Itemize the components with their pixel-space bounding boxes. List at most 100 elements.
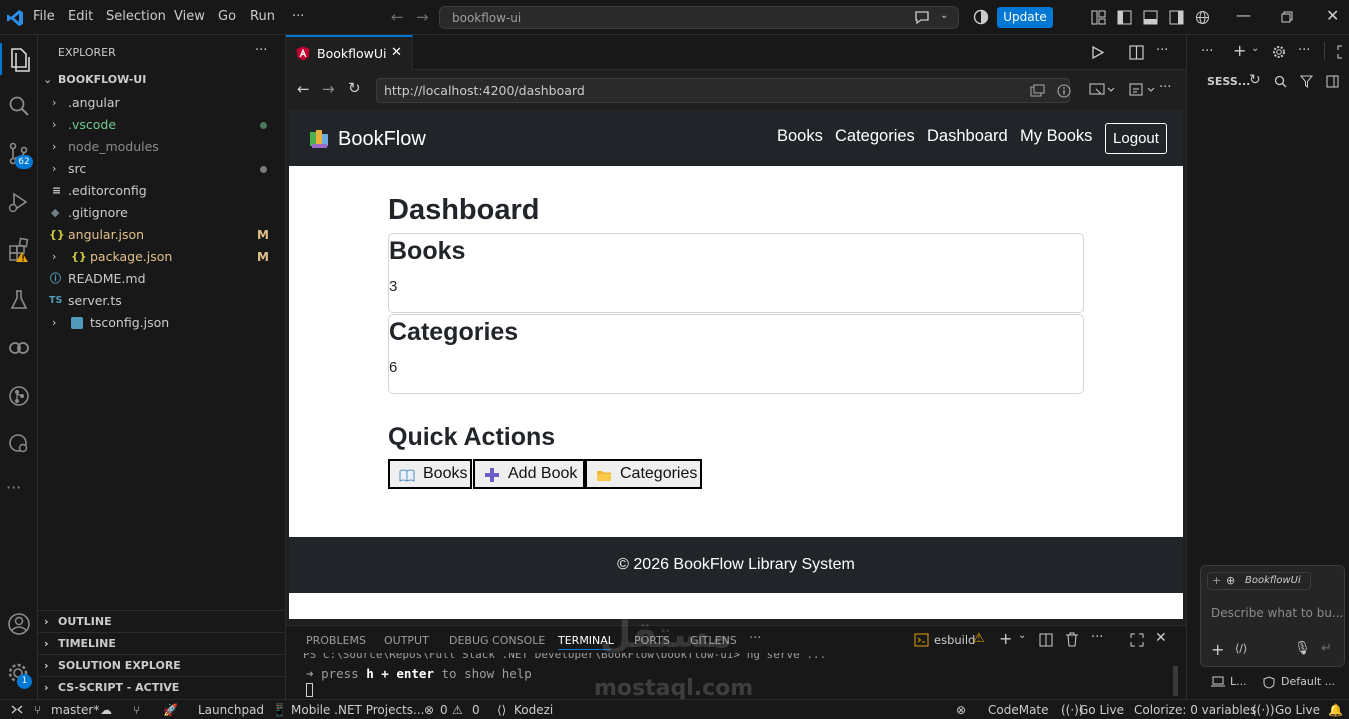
warning-icon[interactable]: ⚠ [452,703,463,717]
tree-item-package-json[interactable]: › {} package.json M [38,246,285,268]
quick-action-categories-button[interactable]: Categories [585,459,702,489]
more-views-icon[interactable]: ··· [6,478,21,497]
mobile-icon[interactable]: 📱 [272,703,287,717]
nav-link-categories[interactable]: Categories [835,127,915,146]
browser-back-icon[interactable]: ← [297,80,310,98]
gitlens-icon[interactable] [4,381,34,411]
new-session-icon[interactable]: + [1233,41,1246,60]
sidebar-more-icon[interactable]: ··· [1201,44,1213,59]
source-control-icon[interactable]: 62 [4,139,34,169]
send-icon[interactable]: ↵ [1321,641,1332,656]
restore-icon[interactable] [1281,11,1293,23]
menu-selection[interactable]: Selection [106,9,166,24]
testing-icon[interactable] [4,285,34,315]
tab-close-icon[interactable]: ✕ [391,45,402,60]
settings-gear-icon[interactable] [1272,45,1286,59]
menu-view[interactable]: View [174,9,205,24]
chevron-down-icon[interactable]: ⌄ [1251,43,1259,54]
close-window-icon[interactable]: ✕ [1326,6,1339,25]
explorer-root-folder[interactable]: ⌄ BOOKFLOW-UI [38,69,285,91]
tree-item-server-ts[interactable]: TS server.ts [38,290,285,312]
go-live-label-2[interactable]: Go Live [1275,703,1320,717]
copilot-icon[interactable] [973,9,989,25]
quick-action-books-button[interactable]: Books [388,459,472,489]
git-branch-icon[interactable]: ⑂ [34,703,41,717]
terminal-cursor[interactable] [306,683,313,697]
toggle-layout-icon[interactable] [1326,75,1339,88]
browser-url-input[interactable]: http://localhost:4200/dashboard [376,78,1071,103]
gitlens-inspect-icon[interactable] [4,429,34,459]
menu-file[interactable]: File [33,9,55,24]
toggle-sidebar-icon[interactable] [1117,10,1132,25]
colorize-label[interactable]: Colorize: 0 variables [1134,703,1256,717]
editor-more-icon[interactable]: ··· [1156,43,1168,58]
kodezi-label[interactable]: Kodezi [514,703,553,717]
error-icon[interactable]: ⊗ [424,703,434,717]
add-icon[interactable]: + [1211,640,1224,659]
kodezi-icon[interactable]: ⟨⟩ [497,703,506,717]
section-outline[interactable]: › OUTLINE [38,610,285,632]
remote-explorer-icon[interactable] [4,333,34,363]
chevron-down-icon[interactable]: ⌄ [940,10,948,21]
forward-arrow-icon[interactable]: → [416,8,429,26]
go-live-label[interactable]: Go Live [1079,703,1124,717]
chevron-down-icon[interactable]: ⌄ [1018,630,1026,641]
menu-run[interactable]: Run [250,9,275,24]
tree-item-editorconfig[interactable]: ≡ .editorconfig [38,180,285,202]
layout-customize-icon[interactable] [1091,10,1106,25]
terminal-name[interactable]: esbuild [934,633,975,647]
explorer-more-icon[interactable]: ··· [255,43,267,58]
run-icon[interactable] [1090,45,1105,60]
sync-icon[interactable]: ☁ [100,703,112,717]
panel-tab-debug-console[interactable]: DEBUG CONSOLE [449,634,545,647]
rocket-icon[interactable]: 🚀 [163,703,178,717]
tree-item-tsconfig[interactable]: › tsconfig.json [38,312,285,334]
approvals-label[interactable]: Default ... [1281,675,1335,688]
account-icon[interactable] [4,609,34,639]
maximize-icon[interactable] [1337,45,1349,59]
tree-item-vscode[interactable]: › .vscode [38,114,285,136]
mobile-projects-label[interactable]: Mobile .NET Projects... [291,703,424,717]
launchpad-label[interactable]: Launchpad [198,703,264,717]
tree-item-readme[interactable]: ⓘ README.md [38,268,285,290]
search-icon[interactable] [4,91,34,121]
tree-item-node-modules[interactable]: › node_modules [38,136,285,158]
terminal-more-icon[interactable]: ··· [1091,630,1103,645]
section-solution-explorer[interactable]: › SOLUTION EXPLORE [38,654,285,676]
chat-icon[interactable] [914,11,930,25]
git-graph-icon[interactable]: ⑂ [133,703,140,717]
location-label[interactable]: L... [1230,675,1247,688]
info-icon[interactable] [1057,84,1071,98]
toggle-panel-icon[interactable] [1143,10,1158,25]
new-terminal-icon[interactable]: + [999,629,1012,648]
browser-more-icon[interactable]: ··· [1159,80,1171,95]
tree-item-angular-json[interactable]: {} angular.json M [38,224,285,246]
filter-icon[interactable] [1300,75,1313,88]
menu-edit[interactable]: Edit [68,9,93,24]
tree-item-angular[interactable]: › .angular [38,92,285,114]
remote-indicator-icon[interactable] [10,703,24,716]
broadcast-icon-2[interactable]: ((·)) [1252,703,1275,717]
tree-item-gitignore[interactable]: ◆ .gitignore [38,202,285,224]
toggle-secondary-sidebar-icon[interactable] [1169,10,1184,25]
menu-go[interactable]: Go [218,9,236,24]
warning-count[interactable]: 0 [472,703,480,717]
back-arrow-icon[interactable]: ← [391,8,404,26]
terminal-scrollbar[interactable] [1173,666,1178,696]
error-count[interactable]: 0 [440,703,448,717]
panel-tab-output[interactable]: OUTPUT [384,634,429,647]
codemate-label[interactable]: CodeMate [988,703,1049,717]
menu-more[interactable]: ··· [292,9,304,24]
panel-tab-problems[interactable]: PROBLEMS [306,634,366,647]
browser-forward-icon[interactable]: → [322,80,335,98]
split-editor-icon[interactable] [1129,45,1144,60]
notifications-bell-icon[interactable]: 🔔 [1328,703,1343,717]
nav-link-books[interactable]: Books [777,127,823,146]
tree-item-src[interactable]: › src [38,158,285,180]
globe-icon[interactable] [1195,10,1210,25]
trash-icon[interactable] [1065,632,1079,647]
manage-gear-icon[interactable]: 1 [4,659,34,689]
open-in-browser-icon[interactable] [1089,83,1115,97]
chat-context-chip[interactable]: + ⊕ BookflowUi [1207,572,1311,590]
logout-button[interactable]: Logout [1105,123,1167,154]
